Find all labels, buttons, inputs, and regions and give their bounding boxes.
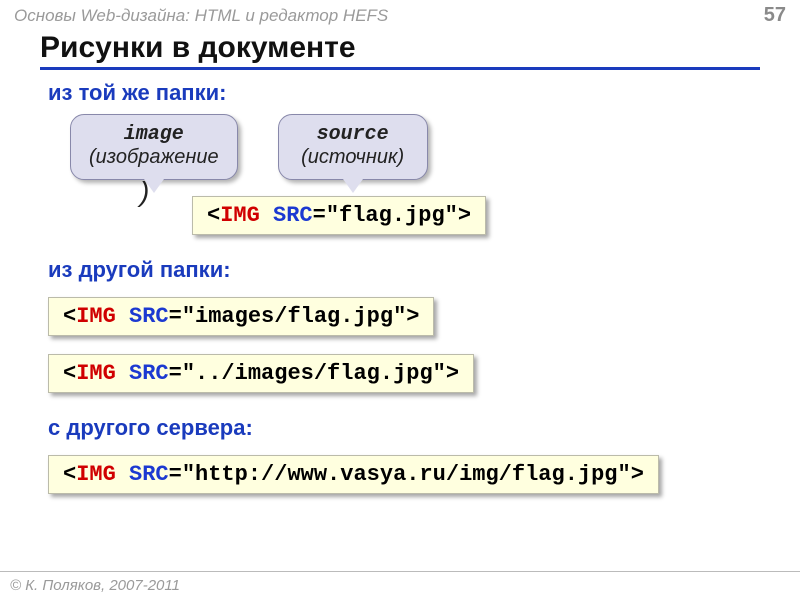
code-example-3: <IMG SRC="../images/flag.jpg">	[48, 354, 474, 393]
copyright: © К. Поляков, 2007-2011	[10, 577, 180, 594]
page-number: 57	[764, 4, 786, 27]
callout-source-translation: (источник)	[297, 146, 409, 169]
header-bar: Основы Web-дизайна: HTML и редактор HEFS…	[0, 0, 800, 29]
course-title: Основы Web-дизайна: HTML и редактор HEFS	[14, 6, 388, 26]
callout-image: image (изображение	[70, 114, 238, 180]
code-example-4: <IMG SRC="http://www.vasya.ru/img/flag.j…	[48, 455, 659, 494]
code-lt: <	[207, 203, 220, 228]
code-example-2: <IMG SRC="images/flag.jpg">	[48, 297, 434, 336]
code-value-3: "../images/flag.jpg"	[182, 361, 446, 386]
callout-source-term: source	[297, 123, 409, 146]
section-other-folder: из другой папки:	[48, 257, 800, 283]
code-tag: IMG	[220, 203, 260, 228]
callout-image-translation: (изображение	[89, 146, 219, 169]
footer-divider	[0, 571, 800, 572]
code-example-1: <IMG SRC="flag.jpg">	[192, 196, 486, 235]
code-value-4: "http://www.vasya.ru/img/flag.jpg"	[182, 462, 631, 487]
code-eq: =	[313, 203, 326, 228]
code-value-2: "images/flag.jpg"	[182, 304, 406, 329]
code-attr: SRC	[273, 203, 313, 228]
callout-source: source (источник)	[278, 114, 428, 180]
section-other-server: с другого сервера:	[48, 415, 800, 441]
callouts-row: image (изображение source (источник)	[70, 114, 800, 180]
callout-image-term: image	[89, 123, 219, 146]
section-same-folder: из той же папки:	[48, 80, 800, 106]
code-gt: >	[458, 203, 471, 228]
code-value-1: "flag.jpg"	[326, 203, 458, 228]
slide-title: Рисунки в документе	[40, 31, 760, 70]
